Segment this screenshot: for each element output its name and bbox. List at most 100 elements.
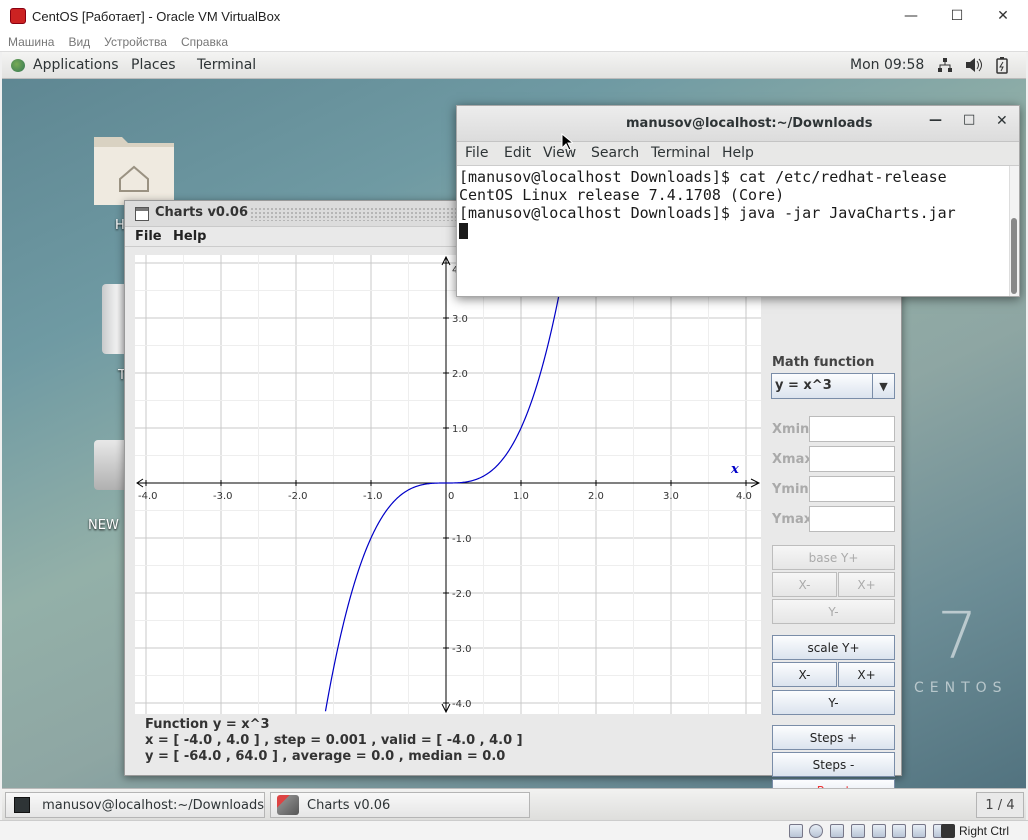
info-x-range: x = [ -4.0 , 4.0 ] , step = 0.001 , vali… bbox=[145, 733, 523, 748]
vbox-status-bar: Right Ctrl bbox=[0, 820, 1028, 840]
math-function-label: Math function bbox=[772, 355, 875, 370]
ymin-input[interactable] bbox=[809, 476, 895, 502]
y-tick-label: -2.0 bbox=[452, 589, 472, 600]
ymax-input[interactable] bbox=[809, 506, 895, 532]
terminal-line: [manusov@localhost Downloads]$ java -jar… bbox=[459, 204, 956, 222]
vbox-menu-devices[interactable]: Устройства bbox=[104, 35, 167, 49]
x-tick-label: -3.0 bbox=[213, 491, 233, 502]
gnome-taskbar: manusov@localhost:~/Downloads Charts v0.… bbox=[2, 788, 1026, 820]
usb-icon[interactable] bbox=[872, 824, 886, 838]
x-tick-label: -2.0 bbox=[288, 491, 308, 502]
display-icon[interactable] bbox=[912, 824, 926, 838]
close-icon[interactable]: ✕ bbox=[980, 0, 1026, 32]
network-icon[interactable] bbox=[937, 57, 953, 73]
audio-icon[interactable] bbox=[830, 824, 844, 838]
terminal-line: [manusov@localhost Downloads]$ cat /etc/… bbox=[459, 168, 947, 186]
network-adapter-icon[interactable] bbox=[851, 824, 865, 838]
chart-svg: -4.0-3.0-2.0-1.001.02.03.04.043.02.01.0-… bbox=[135, 254, 761, 714]
window-icon bbox=[135, 207, 149, 221]
volume-icon[interactable] bbox=[965, 57, 983, 73]
clock[interactable]: Mon 09:58 bbox=[850, 57, 924, 73]
x-tick-label: -4.0 bbox=[138, 491, 158, 502]
charts-menu-file[interactable]: File bbox=[135, 229, 162, 244]
workspace-pager[interactable]: 1 / 4 bbox=[976, 792, 1024, 818]
centos-logo-text: CENTOS bbox=[914, 680, 1008, 696]
chevron-down-icon[interactable]: ▼ bbox=[872, 374, 894, 398]
ymax-label: Ymax bbox=[772, 512, 813, 527]
terminal-output[interactable]: [manusov@localhost Downloads]$ cat /etc/… bbox=[457, 166, 1009, 296]
charts-menu-help[interactable]: Help bbox=[173, 229, 206, 244]
ymin-label: Ymin bbox=[772, 482, 809, 497]
taskbar-item-charts-label: Charts v0.06 bbox=[307, 797, 391, 813]
keyboard-capture-icon[interactable] bbox=[941, 824, 955, 838]
terminal-close-icon[interactable]: ✕ bbox=[996, 113, 1008, 129]
virtualbox-window: CentOS [Работает] - Oracle VM VirtualBox… bbox=[0, 0, 1028, 840]
function-info: Function y = x^3 x = [ -4.0 , 4.0 ] , st… bbox=[145, 717, 523, 765]
minimize-icon[interactable]: — bbox=[888, 0, 934, 32]
taskbar-item-terminal[interactable]: manusov@localhost:~/Downloads bbox=[5, 792, 265, 818]
mouse-pointer-icon bbox=[561, 133, 573, 151]
terminal-window: manusov@localhost:~/Downloads — □ ✕ File… bbox=[456, 105, 1020, 297]
info-y-range: y = [ -64.0 , 64.0 ] , average = 0.0 , m… bbox=[145, 749, 506, 764]
scale-xplus-button[interactable]: X+ bbox=[838, 662, 895, 687]
scale-yminus-button[interactable]: Y- bbox=[772, 690, 895, 715]
base-xminus-button[interactable]: X- bbox=[772, 572, 837, 597]
y-tick-label: 1.0 bbox=[452, 424, 468, 435]
x-tick-label: 0 bbox=[448, 491, 454, 502]
vbox-menu-view[interactable]: Вид bbox=[68, 35, 90, 49]
applications-menu[interactable]: Applications bbox=[33, 57, 119, 73]
vbox-menu-help[interactable]: Справка bbox=[181, 35, 228, 49]
terminal-menu-file[interactable]: File bbox=[465, 145, 488, 161]
base-yplus-button[interactable]: base Y+ bbox=[772, 545, 895, 570]
hard-disk-icon[interactable] bbox=[789, 824, 803, 838]
terminal-minimize-icon[interactable]: — bbox=[929, 113, 942, 128]
x-tick-label: 4.0 bbox=[736, 491, 752, 502]
y-tick-label: -3.0 bbox=[452, 644, 472, 655]
xmin-input[interactable] bbox=[809, 416, 895, 442]
scale-xminus-button[interactable]: X- bbox=[772, 662, 837, 687]
info-function: Function y = x^3 bbox=[145, 717, 270, 732]
terminal-cursor bbox=[459, 223, 468, 239]
terminal-menu-edit[interactable]: Edit bbox=[504, 145, 531, 161]
vbox-menu-machine[interactable]: Машина bbox=[8, 35, 54, 49]
terminal-maximize-icon[interactable]: □ bbox=[963, 112, 975, 127]
terminal-scrollbar-thumb[interactable] bbox=[1011, 218, 1017, 294]
vbox-menu-bar: Машина Вид Устройства Справка bbox=[0, 32, 1028, 52]
java-app-icon bbox=[277, 795, 299, 815]
taskbar-item-terminal-label: manusov@localhost:~/Downloads bbox=[42, 797, 264, 813]
terminal-title-bar[interactable]: manusov@localhost:~/Downloads — □ ✕ bbox=[457, 106, 1019, 142]
xmax-input[interactable] bbox=[809, 446, 895, 472]
shared-folder-icon[interactable] bbox=[892, 824, 906, 838]
x-tick-label: 3.0 bbox=[663, 491, 679, 502]
terminal-menu-help[interactable]: Help bbox=[722, 145, 754, 161]
disk-label: NEW bbox=[88, 518, 119, 533]
host-key-label: Right Ctrl bbox=[959, 824, 1010, 838]
x-tick-label: -1.0 bbox=[363, 491, 383, 502]
terminal-launcher[interactable]: Terminal bbox=[197, 57, 256, 73]
steps-plus-button[interactable]: Steps + bbox=[772, 725, 895, 750]
chart-plot-area: -4.0-3.0-2.0-1.001.02.03.04.043.02.01.0-… bbox=[135, 254, 761, 714]
virtualbox-app-icon bbox=[10, 8, 26, 24]
math-function-select[interactable]: y = x^3 ▼ bbox=[771, 373, 895, 399]
x-tick-label: 1.0 bbox=[513, 491, 529, 502]
terminal-menu-search[interactable]: Search bbox=[591, 145, 639, 161]
maximize-icon[interactable]: ☐ bbox=[934, 0, 980, 32]
vbox-title-bar: CentOS [Работает] - Oracle VM VirtualBox… bbox=[0, 0, 1028, 32]
home-folder-icon[interactable] bbox=[92, 127, 176, 207]
gnome-foot-icon bbox=[11, 59, 25, 72]
centos-logo-number: 7 bbox=[937, 600, 978, 674]
vbox-window-title: CentOS [Работает] - Oracle VM VirtualBox bbox=[32, 8, 281, 24]
scale-yplus-button[interactable]: scale Y+ bbox=[772, 635, 895, 660]
battery-icon[interactable] bbox=[996, 56, 1008, 74]
guest-screen[interactable]: Applications Places Terminal Mon 09:58 H… bbox=[2, 52, 1026, 820]
math-function-value: y = x^3 bbox=[775, 378, 832, 393]
optical-drive-icon[interactable] bbox=[809, 824, 823, 838]
taskbar-item-charts[interactable]: Charts v0.06 bbox=[270, 792, 530, 818]
terminal-menu-terminal[interactable]: Terminal bbox=[651, 145, 710, 161]
places-menu[interactable]: Places bbox=[131, 57, 176, 73]
charts-title: Charts v0.06 bbox=[155, 205, 249, 220]
base-xplus-button[interactable]: X+ bbox=[838, 572, 895, 597]
gnome-top-bar: Applications Places Terminal Mon 09:58 bbox=[2, 52, 1026, 79]
base-yminus-button[interactable]: Y- bbox=[772, 599, 895, 624]
steps-minus-button[interactable]: Steps - bbox=[772, 752, 895, 777]
